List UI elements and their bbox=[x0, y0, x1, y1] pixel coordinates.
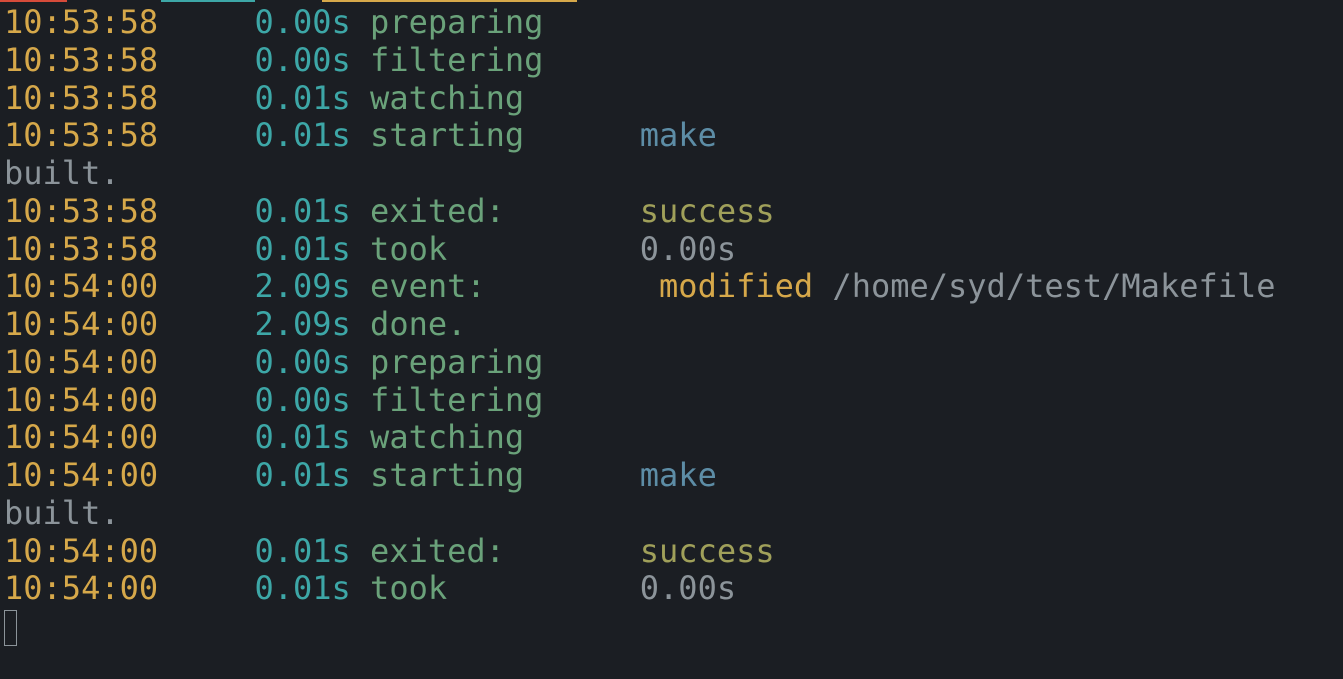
timestamp: 10:54:00 bbox=[4, 533, 177, 571]
timestamp: 10:53:58 bbox=[4, 117, 177, 155]
action: took bbox=[351, 231, 601, 269]
log-line: 10:53:58 0.01stook 0.00s bbox=[4, 231, 1339, 269]
event-path: /home/syd/test/Makefile bbox=[832, 267, 1275, 305]
elapsed: 0.01s bbox=[216, 231, 351, 269]
log-line: 10:53:58 0.01sstarting make bbox=[4, 117, 1339, 155]
action: filtering bbox=[351, 42, 601, 80]
log-line: 10:54:00 0.01swatching bbox=[4, 419, 1339, 457]
output-line: built. bbox=[4, 155, 1339, 193]
log-line: 10:53:58 0.01sexited: success bbox=[4, 193, 1339, 231]
extra: make bbox=[601, 457, 717, 495]
action: filtering bbox=[351, 382, 601, 420]
elapsed: 2.09s bbox=[216, 268, 351, 306]
timestamp: 10:53:58 bbox=[4, 42, 177, 80]
elapsed: 0.00s bbox=[216, 4, 351, 42]
log-line: 10:54:00 0.00sfiltering bbox=[4, 382, 1339, 420]
action: starting bbox=[351, 457, 601, 495]
elapsed: 2.09s bbox=[216, 306, 351, 344]
output-text: built. bbox=[4, 155, 120, 193]
log-line: 10:54:00 2.09sevent: modified /home/syd/… bbox=[4, 268, 1339, 306]
timestamp: 10:54:00 bbox=[4, 268, 177, 306]
extra: 0.00s bbox=[601, 570, 736, 608]
timestamp: 10:54:00 bbox=[4, 306, 177, 344]
timestamp: 10:54:00 bbox=[4, 419, 177, 457]
timestamp: 10:53:58 bbox=[4, 80, 177, 118]
elapsed: 0.01s bbox=[216, 193, 351, 231]
extra: make bbox=[601, 117, 717, 155]
elapsed: 0.00s bbox=[216, 42, 351, 80]
terminal-output[interactable]: 10:53:58 0.00spreparing 10:53:58 0.00sfi… bbox=[0, 0, 1343, 646]
action: watching bbox=[351, 419, 601, 457]
elapsed: 0.01s bbox=[216, 570, 351, 608]
output-line: built. bbox=[4, 495, 1339, 533]
event-type: modified bbox=[659, 267, 813, 305]
timestamp: 10:54:00 bbox=[4, 570, 177, 608]
log-line: 10:54:00 0.01stook 0.00s bbox=[4, 570, 1339, 608]
action: took bbox=[351, 570, 601, 608]
log-line: 10:54:00 2.09sdone. bbox=[4, 306, 1339, 344]
cursor-line bbox=[4, 608, 1339, 646]
log-line: 10:54:00 0.01sexited: success bbox=[4, 533, 1339, 571]
elapsed: 0.01s bbox=[216, 457, 351, 495]
timestamp: 10:53:58 bbox=[4, 193, 177, 231]
timestamp: 10:54:00 bbox=[4, 382, 177, 420]
elapsed: 0.01s bbox=[216, 419, 351, 457]
log-line: 10:53:58 0.00sfiltering bbox=[4, 42, 1339, 80]
action: preparing bbox=[351, 4, 601, 42]
extra: success bbox=[601, 533, 774, 571]
elapsed: 0.01s bbox=[216, 80, 351, 118]
log-line: 10:53:58 0.01swatching bbox=[4, 80, 1339, 118]
extra: 0.00s bbox=[601, 231, 736, 269]
log-line: 10:53:58 0.00spreparing bbox=[4, 4, 1339, 42]
elapsed: 0.01s bbox=[216, 117, 351, 155]
elapsed: 0.00s bbox=[216, 382, 351, 420]
cursor bbox=[4, 610, 17, 646]
action: exited: bbox=[351, 533, 601, 571]
event-detail: modified /home/syd/test/Makefile bbox=[601, 268, 1275, 306]
action: exited: bbox=[351, 193, 601, 231]
timestamp: 10:54:00 bbox=[4, 344, 177, 382]
action: done. bbox=[351, 306, 601, 344]
action: watching bbox=[351, 80, 601, 118]
log-line: 10:54:00 0.01sstarting make bbox=[4, 457, 1339, 495]
action: preparing bbox=[351, 344, 601, 382]
timestamp: 10:54:00 bbox=[4, 457, 177, 495]
elapsed: 0.01s bbox=[216, 533, 351, 571]
timestamp: 10:53:58 bbox=[4, 4, 177, 42]
action: event: bbox=[351, 268, 601, 306]
action: starting bbox=[351, 117, 601, 155]
log-line: 10:54:00 0.00spreparing bbox=[4, 344, 1339, 382]
output-text: built. bbox=[4, 495, 120, 533]
elapsed: 0.00s bbox=[216, 344, 351, 382]
timestamp: 10:53:58 bbox=[4, 231, 177, 269]
extra: success bbox=[601, 193, 774, 231]
